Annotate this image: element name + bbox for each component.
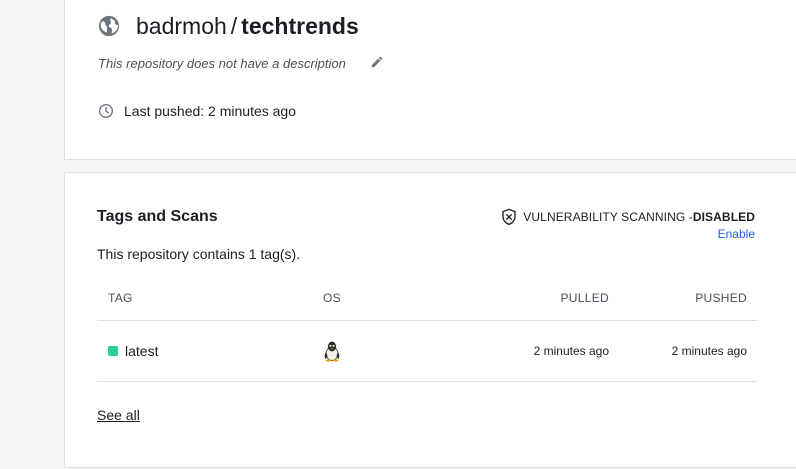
shield-x-icon (502, 208, 516, 226)
table-header: TAG OS PULLED PUSHED (97, 279, 757, 321)
pushed-time: 2 minutes ago (671, 344, 747, 358)
pulled-time: 2 minutes ago (533, 344, 609, 358)
linux-icon (324, 341, 340, 362)
globe-icon (98, 15, 120, 37)
enable-scanning-link[interactable]: Enable (718, 227, 755, 241)
column-header-os: OS (323, 291, 341, 305)
tags-table: TAG OS PULLED PUSHED latest 2 minutes ag… (97, 279, 757, 382)
vuln-status: DISABLED (692, 210, 755, 224)
repo-name: techtrends (241, 13, 359, 39)
column-header-pushed: PUSHED (695, 291, 747, 305)
repo-title: badrmoh / techtrends (98, 12, 359, 40)
status-dot (108, 346, 118, 356)
column-header-tag: TAG (108, 291, 133, 305)
repo-namespace[interactable]: badrmoh (136, 12, 227, 40)
repo-header-card: badrmoh / techtrends This repository doe… (64, 0, 796, 160)
see-all-link[interactable]: See all (97, 407, 140, 423)
last-pushed-text: Last pushed: 2 minutes ago (124, 103, 297, 119)
column-header-pulled: PULLED (560, 291, 609, 305)
vulnerability-scanning-status: VULNERABILITY SCANNING - DISABLED (501, 208, 755, 226)
tags-and-scans-card: Tags and Scans VULNERABILITY SCANNING - … (64, 172, 796, 468)
tag-name[interactable]: latest (125, 343, 158, 359)
clock-icon (99, 104, 113, 118)
tag-count-text: This repository contains 1 tag(s). (97, 246, 301, 262)
section-title: Tags and Scans (97, 208, 218, 225)
pencil-edit-icon[interactable] (370, 55, 384, 69)
repo-separator: / (230, 13, 238, 39)
last-pushed: Last pushed: 2 minutes ago (98, 103, 296, 119)
table-row: latest 2 minutes ago 2 minutes ago (97, 321, 757, 382)
vuln-label: VULNERABILITY SCANNING - (523, 210, 693, 224)
repo-description: This repository does not have a descript… (98, 56, 346, 71)
